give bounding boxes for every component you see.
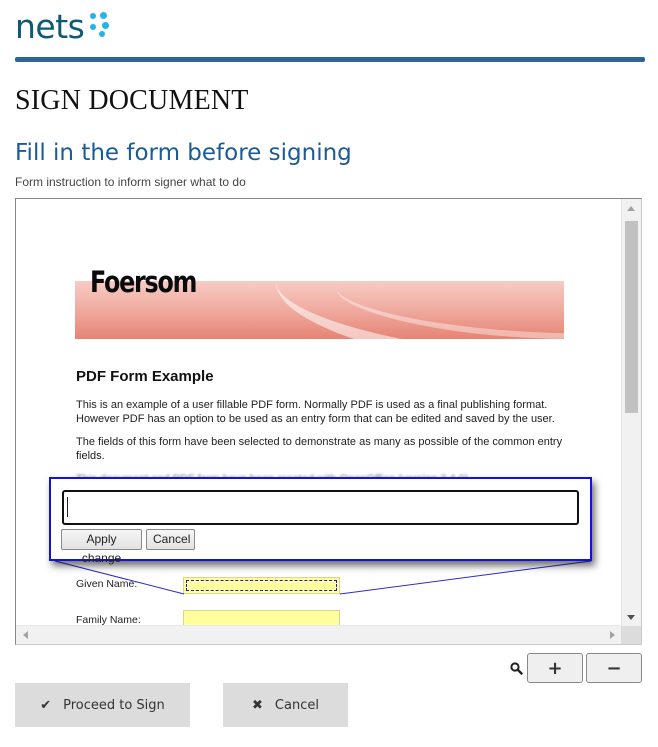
logo-text: nets bbox=[15, 7, 85, 46]
section-title: Fill in the form before signing bbox=[15, 140, 352, 166]
document-page: Foersom PDF Form Example This is an exam… bbox=[17, 200, 622, 627]
scroll-down-icon[interactable] bbox=[627, 615, 635, 620]
document-paragraph: The fields of this form have been select… bbox=[76, 436, 563, 462]
banner-title: Foersom bbox=[90, 265, 197, 299]
cancel-label: Cancel bbox=[274, 697, 319, 713]
nets-logo: nets bbox=[15, 8, 110, 48]
zoom-in-button[interactable]: + bbox=[527, 653, 583, 683]
close-icon: ✖ bbox=[252, 697, 263, 713]
header-divider bbox=[15, 57, 645, 62]
page-title: SIGN DOCUMENT bbox=[15, 85, 249, 116]
search-icon bbox=[510, 662, 523, 675]
cancel-button[interactable]: ✖ Cancel bbox=[223, 683, 348, 727]
vertical-scrollbar[interactable] bbox=[621, 199, 641, 627]
scroll-left-icon[interactable] bbox=[23, 631, 28, 639]
text-caret bbox=[67, 497, 68, 517]
document-viewer[interactable]: Foersom PDF Form Example This is an exam… bbox=[15, 198, 642, 645]
proceed-to-sign-button[interactable]: ✔ Proceed to Sign bbox=[15, 683, 190, 727]
scroll-up-icon[interactable] bbox=[627, 206, 635, 211]
scrollbar-corner bbox=[621, 626, 641, 644]
document-paragraph: This is an example of a user fillable PD… bbox=[76, 399, 555, 425]
nets-dots-icon bbox=[88, 12, 110, 38]
zoom-out-button[interactable]: − bbox=[586, 653, 642, 683]
scroll-right-icon[interactable] bbox=[610, 631, 615, 639]
field-edit-popup: Apply change Cancel bbox=[49, 477, 592, 565]
horizontal-scrollbar[interactable] bbox=[16, 625, 622, 644]
vertical-scroll-thumb[interactable] bbox=[625, 221, 638, 413]
document-heading: PDF Form Example bbox=[76, 368, 214, 385]
given-name-label: Given Name: bbox=[76, 578, 138, 590]
popup-cancel-button[interactable]: Cancel bbox=[146, 529, 195, 550]
field-edit-input[interactable] bbox=[62, 490, 579, 525]
apply-change-button[interactable]: Apply change bbox=[61, 529, 142, 565]
form-instruction: Form instruction to inform signer what t… bbox=[15, 175, 246, 189]
checkmark-icon: ✔ bbox=[40, 697, 52, 713]
proceed-to-sign-label: Proceed to Sign bbox=[63, 697, 165, 713]
given-name-field[interactable] bbox=[183, 577, 340, 594]
